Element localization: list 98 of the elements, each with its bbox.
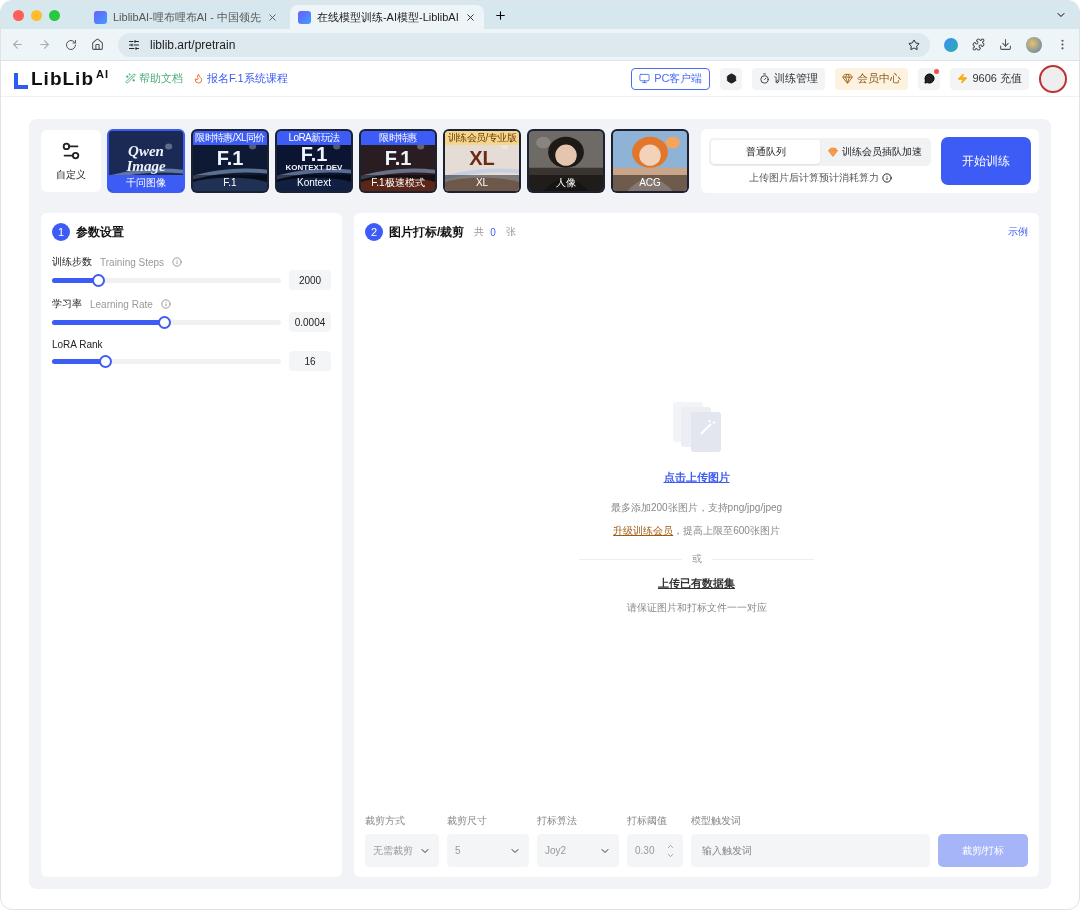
card-badge: 限时特惠/XL同价 xyxy=(193,131,267,145)
gem-icon xyxy=(842,73,854,84)
param-sublabel: Learning Rate xyxy=(90,298,153,310)
card-art-text: F.1 xyxy=(384,148,412,168)
wand-icon xyxy=(125,73,136,84)
param-label: 训练步数 xyxy=(52,255,92,269)
favicon-icon xyxy=(297,10,311,24)
dataset-note: 请保证图片和打标文件一一对应 xyxy=(626,601,767,615)
slider-thumb[interactable] xyxy=(158,315,172,329)
close-icon[interactable] xyxy=(464,11,476,23)
chat-icon xyxy=(923,73,935,84)
card-label: 人像 xyxy=(529,175,603,191)
model-card[interactable]: 限时特惠 F.1 F.1极速模式 xyxy=(359,129,437,193)
queue-option[interactable]: 训练会员插队加速 xyxy=(820,139,929,164)
card-art-text: F.1 xyxy=(300,144,328,164)
upgrade-link[interactable]: 升级训练会员 xyxy=(613,524,674,538)
start-training-button[interactable]: 开始训练 xyxy=(941,137,1031,185)
slider-thumb[interactable] xyxy=(91,273,105,287)
logo-mark-icon xyxy=(13,71,29,90)
step-number: 2 xyxy=(365,223,383,241)
count-prefix: 共 xyxy=(474,225,485,239)
hexagon-icon xyxy=(725,73,737,84)
limit-note: 最多添加200张图片，支持png/jpg/jpeg xyxy=(610,501,783,515)
card-badge: LoRA新玩法 xyxy=(277,131,351,145)
card-art-text: XL xyxy=(469,148,495,168)
download-icon[interactable] xyxy=(999,38,1012,51)
value-field[interactable]: 2000 xyxy=(289,270,331,290)
trigger-word-field[interactable]: 输入触发词 xyxy=(691,834,930,867)
queue-option[interactable]: 普通队列 xyxy=(711,139,820,164)
param-label: LoRA Rank xyxy=(52,339,103,350)
training-button[interactable]: 训练管理 xyxy=(752,67,826,90)
gem-icon xyxy=(827,146,838,157)
address-bar[interactable]: liblib.art/pretrain xyxy=(118,32,930,57)
example-link[interactable]: 示例 xyxy=(1008,225,1028,239)
card-label: F.1极速模式 xyxy=(361,175,435,191)
upload-images-link[interactable]: 点击上传图片 xyxy=(663,470,730,485)
value-field[interactable]: 0.0004 xyxy=(289,312,331,332)
monitor-icon xyxy=(639,73,651,84)
reload-icon[interactable] xyxy=(65,38,77,51)
browser-tab[interactable]: 在线模型训练-AI模型-LiblibAI xyxy=(289,5,484,29)
course-link[interactable]: 报名F.1系统课程 xyxy=(193,71,288,86)
field-label: 裁剪方式 xyxy=(365,814,406,828)
card-label: XL xyxy=(445,175,519,191)
model-card[interactable]: Qwen Image 千问图像 xyxy=(107,129,185,193)
upgrade-note: ，提高上限至600张图片 xyxy=(673,524,780,538)
favicon-icon xyxy=(94,10,107,24)
member-button[interactable]: 会员中心 xyxy=(835,67,909,90)
image-count: 0 xyxy=(490,226,496,238)
value-field[interactable]: 16 xyxy=(289,351,331,371)
field-label: 模型触发词 xyxy=(691,814,742,828)
or-text: 或 xyxy=(691,552,702,566)
messages-button[interactable] xyxy=(918,67,941,90)
extension-icon[interactable] xyxy=(944,37,958,52)
card-label: Kontext xyxy=(277,175,351,191)
card-badge: 限时特惠 xyxy=(361,131,435,145)
info-icon[interactable] xyxy=(881,172,892,183)
card-art-text: Qwen xyxy=(128,144,164,159)
param-label: 学习率 xyxy=(52,297,82,311)
avatar[interactable] xyxy=(1039,64,1067,93)
step-number: 1 xyxy=(52,223,70,241)
model-card[interactable]: 限时特惠/XL同价 F.1 F.1 xyxy=(191,129,269,193)
dataset-link[interactable]: 上传已有数据集 xyxy=(658,576,735,591)
model-card[interactable]: 训练会员/专业版 XL XL xyxy=(443,129,521,193)
custom-card[interactable]: 自定义 xyxy=(41,130,101,192)
close-icon[interactable] xyxy=(266,11,278,23)
field-label: 裁剪尺寸 xyxy=(447,814,488,828)
param-sublabel: Training Steps xyxy=(100,256,165,268)
panel-title: 参数设置 xyxy=(76,223,124,241)
card-label: F.1 xyxy=(193,175,267,191)
flame-icon xyxy=(193,73,204,84)
extensions-puzzle-icon[interactable] xyxy=(972,38,985,51)
browser-tab[interactable]: LiblibAI-哩布哩布AI - 中国领先 xyxy=(86,5,286,29)
hexagon-button[interactable] xyxy=(720,67,743,90)
card-art-text: F.1 xyxy=(216,148,244,168)
card-label: 千问图像 xyxy=(109,175,183,191)
sliders-icon xyxy=(60,140,82,162)
new-tab-icon[interactable] xyxy=(493,8,507,22)
card-art-text: Image xyxy=(126,159,166,174)
slider-thumb[interactable] xyxy=(98,354,112,368)
model-card[interactable]: ACG xyxy=(611,129,689,193)
card-art-text: KONTEXT DEV xyxy=(285,164,343,172)
credits-button[interactable]: 9606 充值 xyxy=(950,67,1029,90)
home-icon[interactable] xyxy=(91,38,104,51)
bookmark-star-icon[interactable] xyxy=(908,38,920,51)
count-suffix: 张 xyxy=(505,225,516,239)
bolt-icon xyxy=(957,73,969,84)
panel-title: 图片打标/裁剪 xyxy=(389,223,465,241)
model-card[interactable]: 人像 xyxy=(527,129,605,193)
card-label: ACG xyxy=(613,175,687,191)
timer-icon xyxy=(759,73,771,84)
cost-note: 上传图片后计算预计消耗算力 xyxy=(748,170,879,185)
site-settings-icon[interactable] xyxy=(128,38,140,51)
profile-icon[interactable] xyxy=(1026,36,1042,53)
model-card[interactable]: LoRA新玩法 F.1 KONTEXT DEV Kontext xyxy=(275,129,353,193)
field-label: 打标阈值 xyxy=(627,814,668,828)
pc-client-button[interactable]: PC客户端 xyxy=(631,67,711,90)
field-label: 打标算法 xyxy=(537,814,578,828)
card-badge: 训练会员/专业版 xyxy=(445,131,519,145)
